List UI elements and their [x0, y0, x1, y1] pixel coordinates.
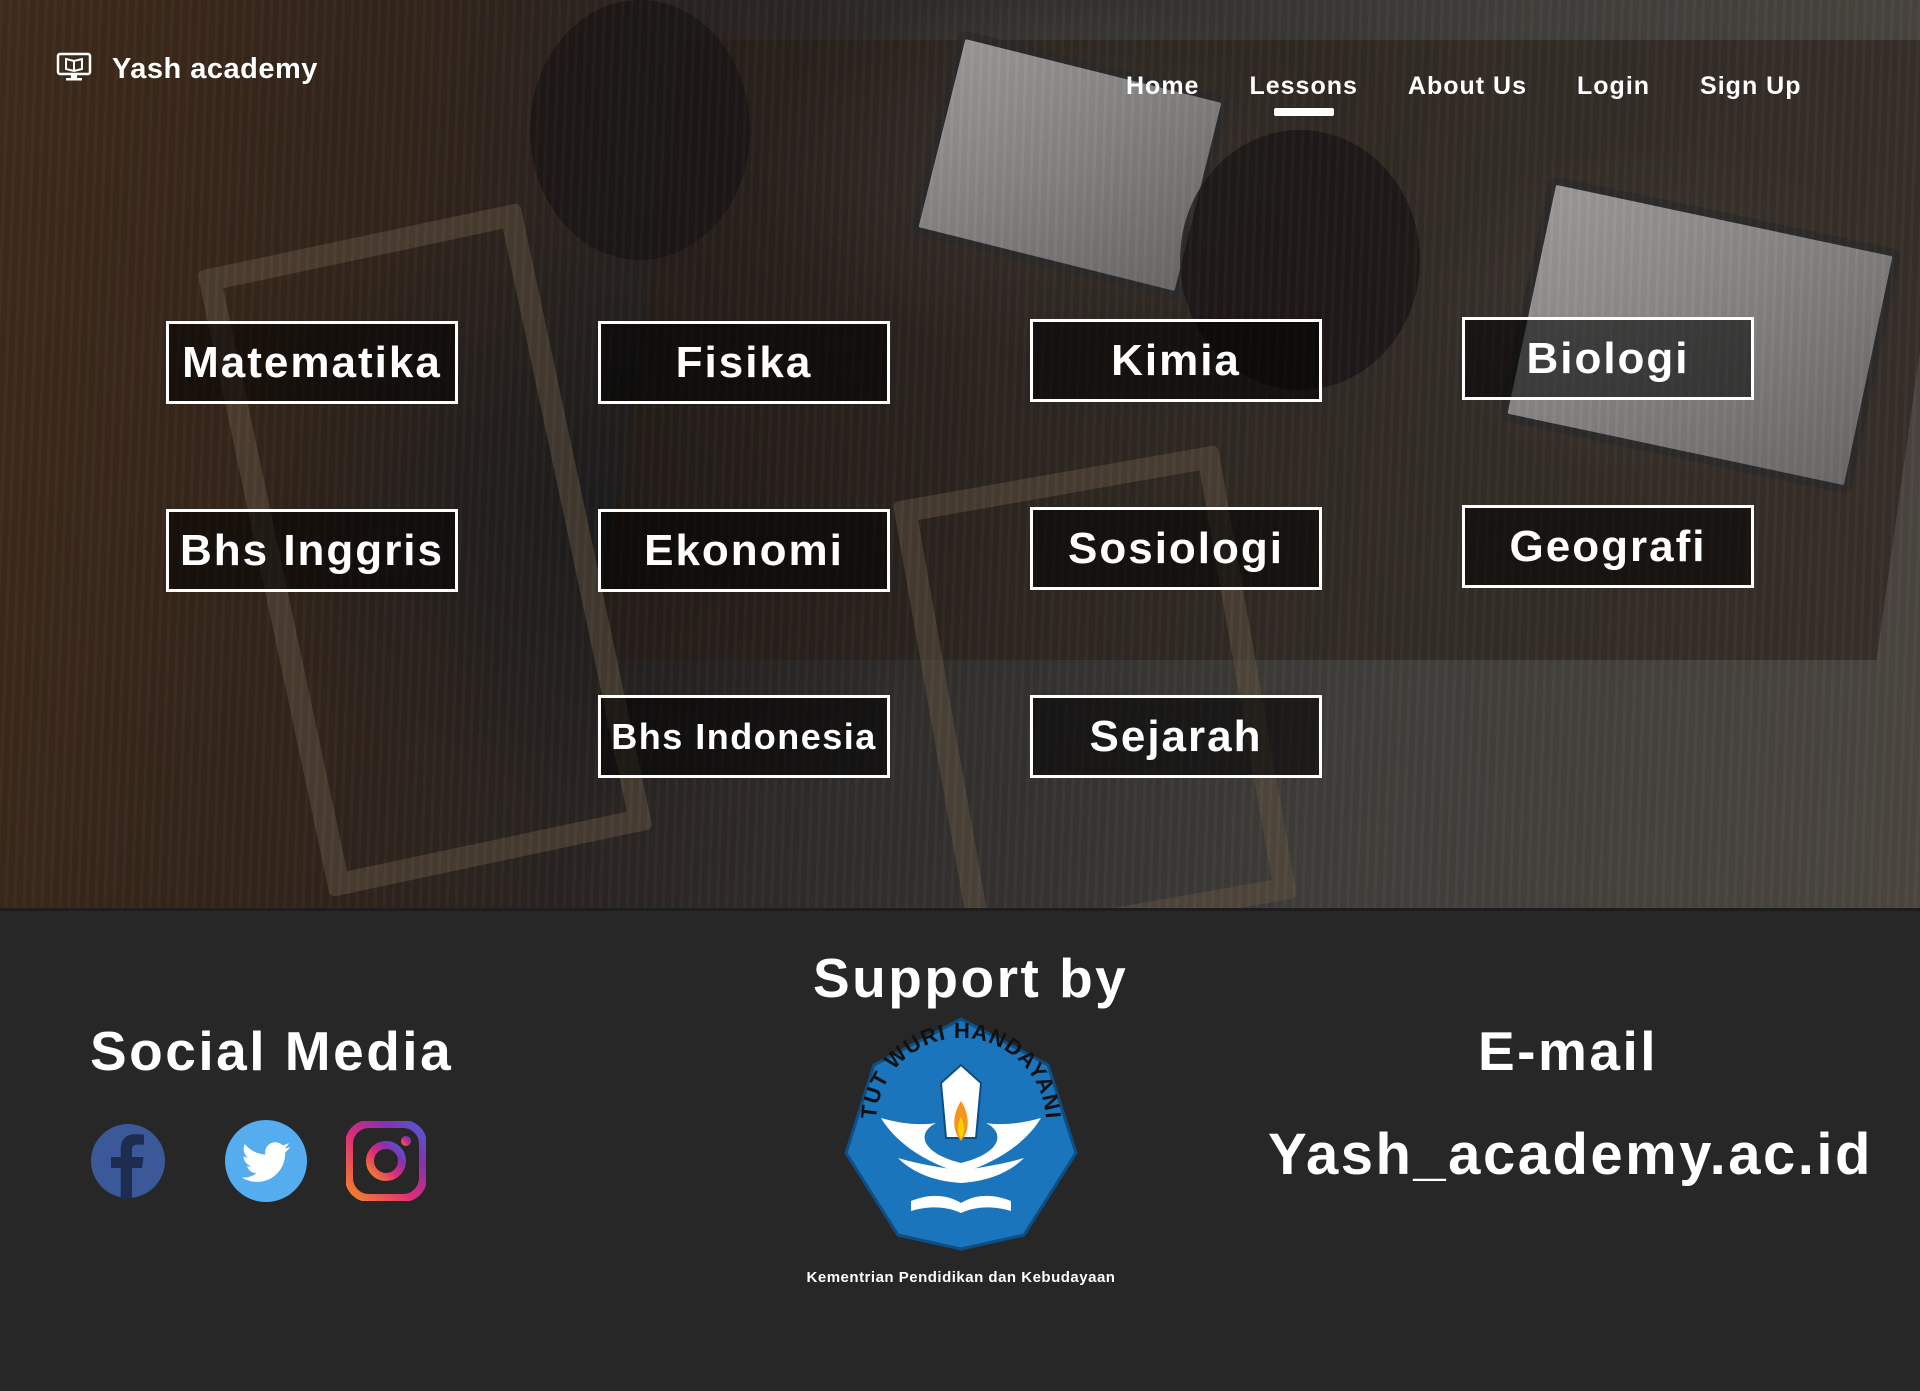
laptop-book-icon	[56, 52, 92, 86]
support-caption: Kementrian Pendidikan dan Kebudayaan	[806, 1269, 1116, 1286]
support-by-title: Support by	[813, 947, 1129, 1009]
lesson-kimia-button[interactable]: Kimia	[1030, 319, 1322, 402]
facebook-icon[interactable]	[90, 1123, 166, 1203]
lesson-bhs-indonesia-button[interactable]: Bhs Indonesia	[598, 695, 890, 778]
footer: Social Media Support by TUT WURI HANDAYA…	[0, 908, 1920, 1391]
brand-name: Yash academy	[112, 52, 318, 85]
instagram-icon[interactable]	[345, 1120, 427, 1205]
lesson-biologi-button[interactable]: Biologi	[1462, 317, 1754, 400]
nav-home[interactable]: Home	[1126, 72, 1199, 101]
nav-login[interactable]: Login	[1577, 72, 1650, 101]
lesson-bhs-inggris-button[interactable]: Bhs Inggris	[166, 509, 458, 592]
lesson-sosiologi-button[interactable]: Sosiologi	[1030, 507, 1322, 590]
main-nav: Home Lessons About Us Login Sign Up	[1126, 72, 1801, 101]
brand[interactable]: Yash academy	[56, 52, 318, 86]
social-media-title: Social Media	[90, 1020, 454, 1082]
lesson-fisika-button[interactable]: Fisika	[598, 321, 890, 404]
lessons-grid: Matematika Fisika Kimia Biologi Bhs Ingg…	[0, 0, 1920, 908]
nav-about-us[interactable]: About Us	[1408, 72, 1527, 101]
nav-lessons[interactable]: Lessons	[1249, 72, 1357, 101]
lesson-ekonomi-button[interactable]: Ekonomi	[598, 509, 890, 592]
lesson-matematika-button[interactable]: Matematika	[166, 321, 458, 404]
tut-wuri-handayani-logo: TUT WURI HANDAYANI	[836, 1013, 1086, 1253]
lesson-sejarah-button[interactable]: Sejarah	[1030, 695, 1322, 778]
twitter-icon[interactable]	[224, 1119, 308, 1207]
email-address[interactable]: Yash_academy.ac.id	[1268, 1121, 1873, 1188]
social-links	[90, 1119, 427, 1207]
email-title: E-mail	[1478, 1020, 1659, 1082]
nav-sign-up[interactable]: Sign Up	[1700, 72, 1801, 101]
lesson-geografi-button[interactable]: Geografi	[1462, 505, 1754, 588]
